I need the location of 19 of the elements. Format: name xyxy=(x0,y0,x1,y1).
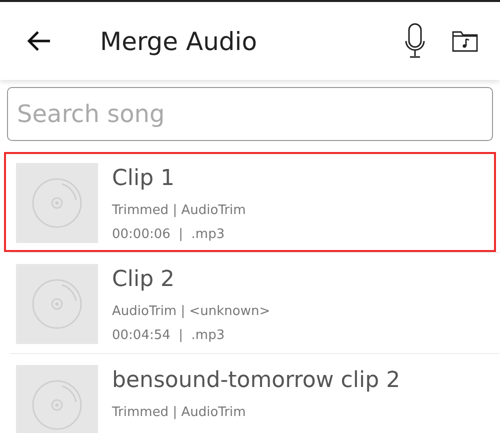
screen-title: Merge Audio xyxy=(100,26,258,56)
music-folder-icon xyxy=(452,30,478,52)
song-source: Trimmed | AudioTrim xyxy=(112,203,246,218)
microphone-button[interactable] xyxy=(404,23,426,59)
song-title: bensound-tomorrow clip 2 xyxy=(112,367,400,395)
song-title: Clip 1 xyxy=(112,165,176,193)
song-title: Clip 2 xyxy=(112,266,176,294)
song-item[interactable]: Clip 2 AudioTrim | <unknown> 00:04:54 | .mp3 xyxy=(4,253,496,353)
song-item[interactable]: bensound-tomorrow clip 2 Trimmed | AudioTrim xyxy=(4,354,496,433)
song-source: AudioTrim | <unknown> xyxy=(112,304,270,319)
microphone-icon xyxy=(404,23,426,59)
back-button[interactable] xyxy=(26,30,52,52)
song-details: 00:00:06 | .mp3 xyxy=(112,227,226,242)
back-arrow-icon xyxy=(26,30,52,52)
music-folder-button[interactable] xyxy=(452,30,478,52)
song-item[interactable]: Clip 1 Trimmed | AudioTrim 00:00:06 | .mp3 xyxy=(4,152,496,252)
song-details: 00:04:54 | .mp3 xyxy=(112,328,226,343)
song-source: Trimmed | AudioTrim xyxy=(112,405,247,420)
search-field[interactable]: Search song xyxy=(7,87,493,141)
